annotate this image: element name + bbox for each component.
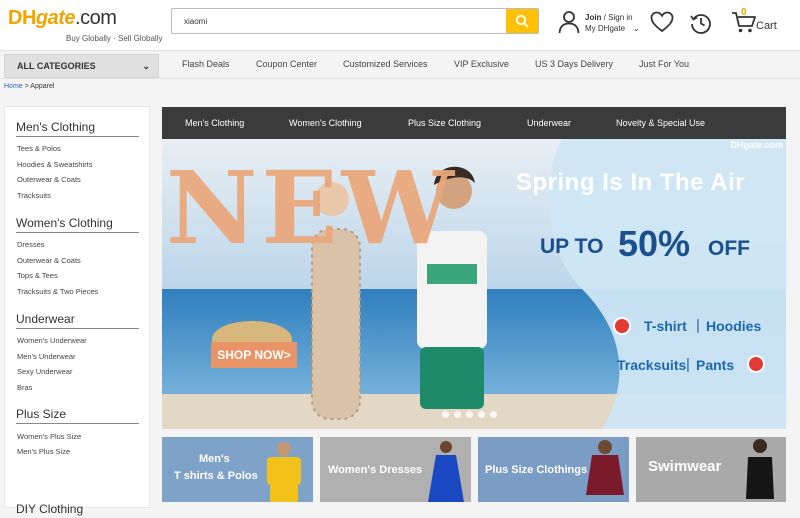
carousel-dot[interactable]: [490, 411, 497, 418]
breadcrumb-home[interactable]: Home: [4, 83, 23, 90]
cart-label[interactable]: Cart: [756, 20, 777, 32]
banner-link-hoodies[interactable]: Hoodies: [706, 318, 761, 334]
sidebar-item-womens-underwear[interactable]: Women's Underwear: [17, 336, 87, 345]
sidebar-item-womens-plus-size[interactable]: Women's Plus Size: [17, 432, 81, 441]
carousel-dot[interactable]: [466, 411, 473, 418]
sidebar-item-tops-tees[interactable]: Tops & Tees: [17, 271, 58, 280]
sidebar-item-outerwear-coats[interactable]: Outerwear & Coats: [17, 175, 81, 184]
banner-divider: |: [696, 317, 700, 334]
sidebar-item-mens-underwear[interactable]: Men's Underwear: [17, 352, 76, 361]
nav-us-3-days-delivery[interactable]: US 3 Days Delivery: [535, 59, 613, 69]
nav-vip-exclusive[interactable]: VIP Exclusive: [454, 59, 509, 69]
search-bar: [171, 8, 539, 34]
category-tab-plus-size-clothing[interactable]: Plus Size Clothing: [408, 118, 481, 128]
sidebar-item-tracksuits[interactable]: Tracksuits: [17, 191, 51, 200]
sidebar-heading-diy-clothing[interactable]: DIY Clothing: [16, 502, 139, 518]
nav-just-for-you[interactable]: Just For You: [639, 59, 689, 69]
search-input[interactable]: [172, 9, 508, 33]
history-icon[interactable]: [689, 11, 713, 35]
breadcrumb-sep: >: [24, 83, 29, 90]
sidebar-item-hoodies-sweatshirts[interactable]: Hoodies & Sweatshirts: [17, 160, 92, 169]
tile-mens-tshirts-polos[interactable]: Men's T shirts & Polos: [162, 437, 313, 502]
dhgate-logo[interactable]: DHgate.com Buy Globally · Sell Globally: [8, 8, 162, 44]
sidebar-item-tees-polos[interactable]: Tees & Polos: [17, 144, 61, 153]
nav-coupon-center[interactable]: Coupon Center: [256, 59, 317, 69]
promo-banner[interactable]: NEW DHgate.com Spring Is In The Air UP T…: [162, 139, 786, 429]
category-tab-mens-clothing[interactable]: Men's Clothing: [185, 118, 244, 128]
user-icon: [558, 11, 580, 34]
category-sidebar: Men's Clothing Tees & Polos Hoodies & Sw…: [4, 106, 150, 516]
category-bar: Men's Clothing Women's Clothing Plus Siz…: [162, 107, 786, 139]
chevron-down-icon: ⌄: [142, 61, 150, 71]
sidebar-item-sexy-underwear[interactable]: Sexy Underwear: [17, 367, 72, 376]
logo-gate: gate: [35, 7, 76, 29]
banner-link-tshirt[interactable]: T-shirt: [644, 318, 687, 334]
breadcrumb-current: Apparel: [30, 83, 55, 90]
sidebar-item-womens-outerwear-coats[interactable]: Outerwear & Coats: [17, 256, 81, 265]
sidebar-item-tracksuits-two-pieces[interactable]: Tracksuits & Two Pieces: [17, 287, 98, 296]
tile-plus-size-clothings[interactable]: Plus Size Clothings: [478, 437, 629, 502]
cart-count-badge: 0: [741, 7, 747, 18]
sidebar-heading-womens-clothing[interactable]: Women's Clothing: [16, 216, 139, 233]
category-tab-underwear[interactable]: Underwear: [527, 118, 571, 128]
carousel-dot[interactable]: [442, 411, 449, 418]
carousel-dot[interactable]: [478, 411, 485, 418]
tile-womens-dresses[interactable]: Women's Dresses: [320, 437, 471, 502]
tile-label-line1: Men's: [199, 453, 230, 465]
account-text: Join / Sign in My DHgate: [585, 12, 633, 34]
main-nav: ALL CATEGORIES ⌄ Flash Deals Coupon Cent…: [0, 50, 800, 79]
sidebar-heading-underwear[interactable]: Underwear: [16, 312, 139, 329]
banner-new-text: NEW: [166, 149, 458, 267]
tile-label: Plus Size Clothings: [485, 464, 588, 476]
sidebar-item-dresses[interactable]: Dresses: [17, 240, 45, 249]
banner-percent: 50%: [618, 223, 691, 264]
my-dhgate-link[interactable]: My DHgate: [585, 23, 633, 34]
pants-bullet-icon: [747, 355, 765, 373]
banner-divider: |: [686, 356, 690, 373]
nav-flash-deals[interactable]: Flash Deals: [182, 59, 230, 69]
logo-dh: DH: [8, 7, 36, 29]
shop-now-button[interactable]: SHOP NOW>: [211, 342, 297, 368]
logo-tagline: Buy Globally · Sell Globally: [66, 34, 163, 43]
sidebar-item-bras[interactable]: Bras: [17, 383, 32, 392]
search-icon: [515, 14, 529, 28]
banner-link-tracksuits[interactable]: Tracksuits: [617, 357, 686, 373]
header: DHgate.com Buy Globally · Sell Globally …: [0, 0, 800, 50]
banner-off: OFF: [708, 237, 750, 260]
tile-label-line2: T shirts & Polos: [174, 470, 258, 482]
banner-watermark: DHgate.com: [730, 140, 783, 150]
sidebar-item-mens-plus-size[interactable]: Men's Plus Size: [17, 447, 70, 456]
heart-icon[interactable]: [650, 11, 674, 33]
tile-label: Swimwear: [648, 458, 722, 475]
sidebar-heading-mens-clothing[interactable]: Men's Clothing: [16, 120, 139, 137]
sidebar-heading-plus-size[interactable]: Plus Size: [16, 407, 139, 424]
banner-link-pants[interactable]: Pants: [696, 357, 734, 373]
tile-label: Women's Dresses: [328, 464, 423, 476]
breadcrumb: Home > Apparel: [4, 83, 54, 90]
banner-headline: Spring Is In The Air: [516, 169, 746, 196]
account-menu[interactable]: Join / Sign in My DHgate ⌄: [558, 10, 646, 38]
tshirt-bullet-icon: [613, 317, 631, 335]
category-tab-novelty-special-use[interactable]: Novelty & Special Use: [616, 118, 705, 128]
carousel-dot[interactable]: [454, 411, 461, 418]
all-categories-button[interactable]: ALL CATEGORIES ⌄: [4, 54, 159, 78]
chevron-down-icon: ⌄: [633, 24, 640, 33]
tile-swimwear[interactable]: Swimwear: [636, 437, 786, 502]
banner-up-to: UP TO: [540, 235, 604, 258]
nav-customized-services[interactable]: Customized Services: [343, 59, 428, 69]
sign-in-link[interactable]: Sign in: [608, 13, 632, 22]
all-categories-label: ALL CATEGORIES: [17, 61, 96, 71]
search-button[interactable]: [506, 9, 538, 33]
category-tab-womens-clothing[interactable]: Women's Clothing: [289, 118, 362, 128]
logo-com: .com: [75, 7, 117, 29]
join-link[interactable]: Join: [585, 13, 601, 22]
logo-wordmark: DHgate.com: [8, 8, 158, 28]
